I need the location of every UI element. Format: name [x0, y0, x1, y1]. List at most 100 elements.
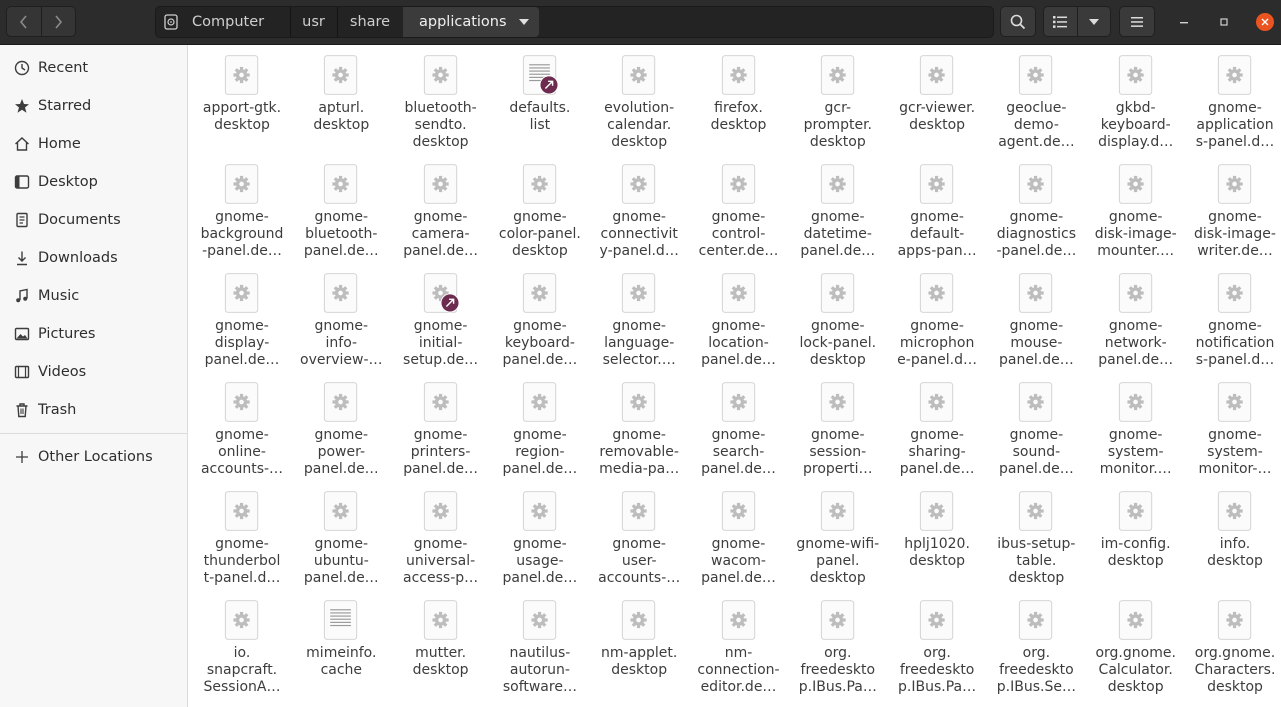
- desktop-file-icon: [1019, 164, 1053, 204]
- file-name: firefox. desktop: [710, 100, 767, 133]
- desktop-file-icon: [1019, 491, 1053, 531]
- desktop-file-icon: [423, 382, 457, 422]
- dropdown-arrow-icon: [519, 19, 529, 25]
- sidebar-item-home[interactable]: Home: [0, 126, 188, 162]
- path-crumb-label: Computer: [192, 14, 265, 30]
- close-button[interactable]: [1256, 13, 1274, 31]
- file-name: io. snapcraft. SessionA…: [203, 645, 281, 695]
- desktop-file-icon: [423, 600, 457, 640]
- sidebar-item-label: Videos: [38, 364, 87, 380]
- forward-button[interactable]: [40, 7, 75, 36]
- desktop-file-icon: [522, 164, 557, 204]
- sidebar-item-label: Trash: [38, 402, 77, 418]
- search-icon: [1010, 14, 1026, 29]
- sidebar-item-pictures[interactable]: Pictures: [0, 316, 188, 352]
- sidebar-item-label: Home: [38, 136, 81, 152]
- drive-icon: [164, 14, 178, 30]
- sidebar-item-label: Downloads: [38, 250, 118, 266]
- desktop-file-icon: [1217, 164, 1252, 204]
- back-button[interactable]: [7, 7, 41, 36]
- file-name: gnome- region- panel.de…: [502, 427, 578, 477]
- file-name: geoclue- demo- agent.de…: [998, 100, 1075, 150]
- desktop-file-icon: [224, 164, 259, 204]
- file-name: hplj1020. desktop: [904, 536, 970, 569]
- sidebar-item-documents[interactable]: Documents: [0, 202, 188, 238]
- desktop-file-icon: [324, 55, 358, 95]
- file-name: im-config. desktop: [1100, 536, 1171, 569]
- desktop-file-icon: [522, 382, 557, 422]
- desktop-file-icon: [423, 273, 459, 313]
- minimize-icon: [1180, 22, 1188, 24]
- desktop-file-icon: [622, 600, 656, 640]
- desktop-file-icon: [820, 600, 854, 640]
- symlink-icon: [440, 293, 459, 313]
- desktop-file-icon: [324, 491, 358, 531]
- desktop-file-icon: [1217, 55, 1252, 95]
- path-crumb-applications[interactable]: applications: [403, 7, 539, 37]
- plus-icon: [13, 449, 30, 466]
- desktop-file-icon: [423, 55, 457, 95]
- desktop-icon: [13, 174, 30, 191]
- path-crumb-computer[interactable]: Computer: [156, 7, 291, 37]
- desktop-file-icon: [820, 55, 854, 95]
- sidebar-item-other-locations[interactable]: Other Locations: [0, 439, 188, 475]
- file-name: gnome- control- center.de…: [698, 209, 779, 259]
- star-icon: [13, 98, 30, 115]
- view-options-button[interactable]: [1076, 7, 1110, 36]
- file-name: gnome- notification s-panel.d…: [1195, 318, 1275, 368]
- sidebar-item-starred[interactable]: Starred: [0, 88, 188, 124]
- file-name: gnome- default- apps-pan…: [897, 209, 977, 259]
- desktop-file-icon: [820, 273, 854, 313]
- desktop-file-icon: [423, 491, 457, 531]
- file-name: gnome- initial- setup.de…: [403, 318, 479, 368]
- file-name: gnome-wifi- panel. desktop: [796, 536, 880, 586]
- sidebar-item-downloads[interactable]: Downloads: [0, 240, 188, 276]
- path-crumb-share[interactable]: share: [337, 7, 404, 37]
- sidebar-item-recent[interactable]: Recent: [0, 50, 188, 86]
- file-name: gnome- removable- media-pa…: [599, 427, 680, 477]
- desktop-file-icon: [622, 164, 656, 204]
- close-icon: [1261, 18, 1269, 26]
- hamburger-menu-icon: [1131, 16, 1143, 27]
- list-view-button[interactable]: [1044, 7, 1077, 36]
- downloads-icon: [13, 250, 30, 267]
- file-name: org. freedeskto p.IBus.Se…: [996, 645, 1076, 695]
- file-name: org. freedeskto p.IBus.Pa…: [898, 645, 977, 695]
- desktop-file-icon: [1019, 382, 1053, 422]
- path-crumb-usr[interactable]: usr: [290, 7, 338, 37]
- main-menu-button[interactable]: [1119, 6, 1155, 37]
- sidebar-item-desktop[interactable]: Desktop: [0, 164, 188, 200]
- desktop-file-icon: [1019, 600, 1053, 640]
- desktop-file-icon: [522, 273, 557, 313]
- view-toggle-group: [1043, 6, 1111, 37]
- file-name: apport-gtk. desktop: [202, 100, 282, 133]
- sidebar-item-label: Other Locations: [38, 449, 153, 465]
- desktop-file-icon: [1118, 600, 1152, 640]
- desktop-file-icon: [721, 491, 755, 531]
- desktop-file-icon: [1019, 273, 1053, 313]
- file-name: nautilus- autorun- software…: [502, 645, 577, 695]
- file-name: gnome- search- panel.de…: [701, 427, 776, 477]
- file-name: gnome- thunderbol t-panel.d…: [203, 536, 281, 586]
- sidebar-item-trash[interactable]: Trash: [0, 392, 188, 428]
- desktop-file-icon: [224, 382, 259, 422]
- sidebar-item-label: Starred: [38, 98, 92, 114]
- list-view-icon: [1053, 15, 1068, 28]
- desktop-file-icon: [224, 600, 259, 640]
- desktop-file-icon: [721, 164, 755, 204]
- desktop-file-icon: [919, 164, 954, 204]
- sidebar-item-music[interactable]: Music: [0, 278, 188, 314]
- sidebar-item-videos[interactable]: Videos: [0, 354, 188, 390]
- text-file-icon: [522, 55, 558, 95]
- file-name: gnome- user- accounts-…: [598, 536, 681, 586]
- maximize-button[interactable]: [1214, 12, 1234, 32]
- search-button[interactable]: [1000, 6, 1036, 37]
- file-name: gnome- session- properti…: [803, 427, 873, 477]
- minimize-button[interactable]: [1174, 12, 1194, 32]
- desktop-file-icon: [423, 164, 457, 204]
- desktop-file-icon: [224, 491, 259, 531]
- file-name: gnome- background -panel.de…: [200, 209, 284, 259]
- file-name: gnome- sound- panel.de…: [998, 427, 1074, 477]
- file-name: gcr-viewer. desktop: [899, 100, 976, 133]
- sidebar-item-label: Music: [38, 288, 80, 304]
